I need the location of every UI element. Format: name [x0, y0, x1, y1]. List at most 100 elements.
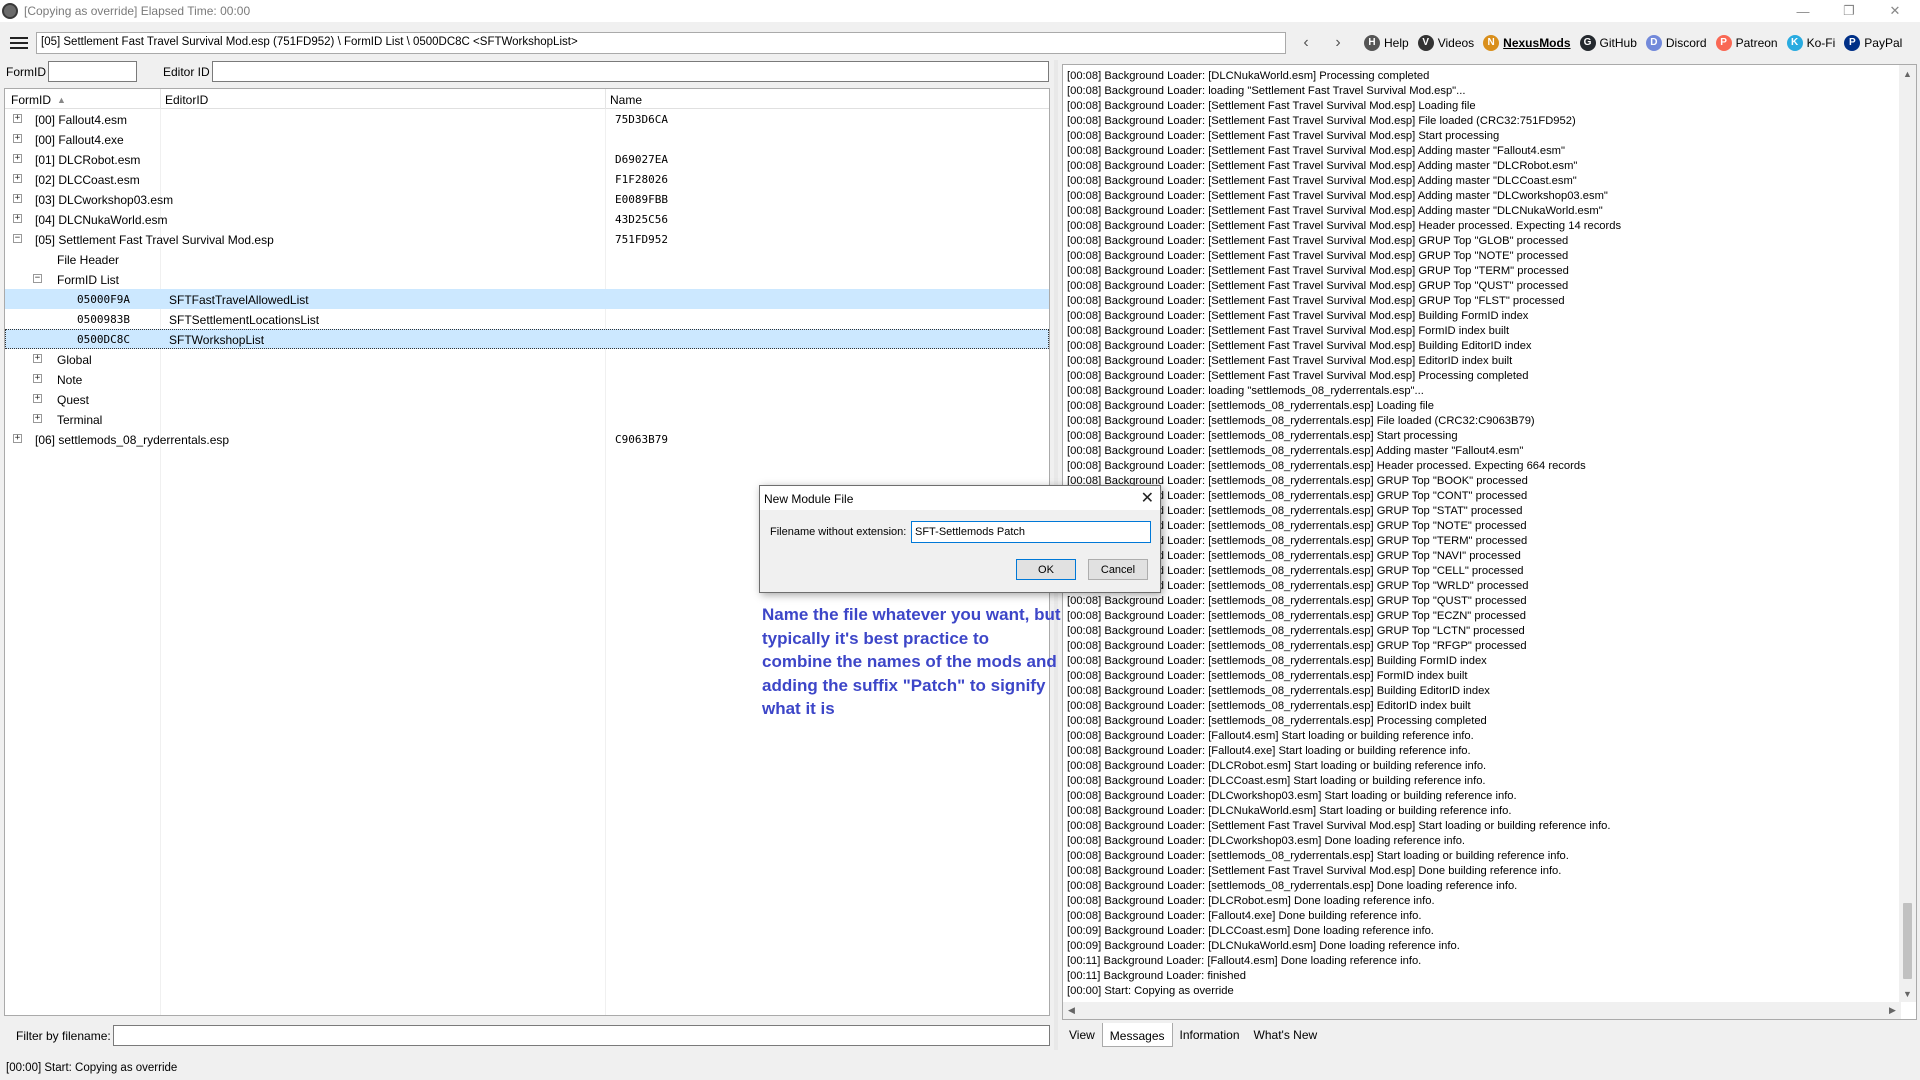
tree-row[interactable]: − FormID List: [5, 269, 1049, 289]
forward-button[interactable]: ›: [1328, 32, 1348, 54]
tree-row[interactable]: + [00] Fallout4.esm 75D3D6CA: [5, 109, 1049, 129]
sort-arrow-icon: ▲: [57, 95, 66, 105]
record-formid: 05000F9A: [77, 293, 130, 306]
link-paypal[interactable]: P PayPal: [1844, 35, 1902, 51]
log-line: [00:08] Background Loader: [Settlement F…: [1067, 295, 1565, 307]
tree-row[interactable]: + [00] Fallout4.exe: [5, 129, 1049, 149]
kofi-icon: K: [1786, 35, 1803, 51]
expand-icon[interactable]: +: [13, 214, 22, 223]
dialog-title-bar: New Module File ✕: [760, 486, 1160, 510]
expand-icon[interactable]: +: [33, 374, 42, 383]
tree-row[interactable]: SFTFastTravelAllowedList 05000F9A: [5, 289, 1049, 309]
log-line: [00:08] Background Loader: [Settlement F…: [1067, 130, 1500, 142]
tree-row[interactable]: + Terminal: [5, 409, 1049, 429]
expand-icon[interactable]: +: [13, 174, 22, 183]
tree-row[interactable]: + [06] settlemods_08_ryderrentals.esp C906…: [5, 429, 1049, 449]
scroll-down-icon[interactable]: ▼: [1899, 985, 1916, 1002]
discord-icon: D: [1645, 35, 1662, 51]
collapse-icon[interactable]: −: [13, 234, 22, 243]
formid-input[interactable]: [48, 61, 137, 82]
tree-row[interactable]: SFTSettlementLocationsList 0500983B: [5, 309, 1049, 329]
tree-row[interactable]: + Quest: [5, 389, 1049, 409]
filename-input[interactable]: [911, 521, 1151, 543]
link-help[interactable]: H Help: [1364, 35, 1409, 51]
link-label: Patreon: [1735, 36, 1778, 50]
log-line: [00:08] Background Loader: [Settlement F…: [1067, 190, 1608, 202]
link-videos[interactable]: V Videos: [1417, 35, 1474, 51]
messages-log[interactable]: [00:08] Background Loader: [DLCNukaWorld…: [1062, 64, 1917, 1020]
log-line: [00:08] Background Loader: [settlemods_0…: [1067, 490, 1528, 502]
title-bar: [Copying as override] Elapsed Time: 00:0…: [0, 0, 1920, 22]
link-label: GitHub: [1599, 36, 1637, 50]
tree-row[interactable]: + [01] DLCRobot.esm D69027EA: [5, 149, 1049, 169]
tree-row[interactable]: + Global: [5, 349, 1049, 369]
log-line: [00:08] Background Loader: loading "Sett…: [1067, 85, 1466, 97]
record-path-field[interactable]: [05] Settlement Fast Travel Survival Mod…: [36, 32, 1286, 54]
cancel-button[interactable]: Cancel: [1088, 559, 1148, 580]
expand-icon[interactable]: +: [13, 434, 22, 443]
tab-what-s-new[interactable]: What's New: [1247, 1024, 1325, 1046]
back-button[interactable]: ‹: [1296, 32, 1316, 54]
vertical-scrollbar[interactable]: ▲ ▼: [1899, 65, 1916, 1002]
plugin-name: [06] settlemods_08_ryderrentals.esp: [35, 433, 230, 447]
collapse-icon[interactable]: −: [33, 274, 42, 283]
tab-messages[interactable]: Messages: [1101, 1023, 1173, 1047]
link-label: PayPal: [1864, 36, 1903, 50]
tree-row[interactable]: SFTWorkshopList 0500DC8C: [5, 329, 1049, 349]
app-icon: [2, 3, 18, 19]
editorid-label: Editor ID: [163, 65, 210, 79]
log-line: [00:08] Background Loader: [settlemods_0…: [1067, 850, 1569, 862]
status-bar: [00:00] Start: Copying as override: [0, 1056, 1920, 1080]
log-line: [00:08] Background Loader: [settlemods_0…: [1067, 655, 1487, 667]
column-formid[interactable]: FormID: [11, 93, 51, 107]
record-editorid: SFTSettlementLocationsList: [169, 313, 320, 327]
menu-icon[interactable]: [8, 34, 30, 52]
column-name[interactable]: Name: [610, 93, 642, 107]
log-line: [00:08] Background Loader: [Settlement F…: [1067, 865, 1562, 877]
tab-information[interactable]: Information: [1173, 1024, 1247, 1046]
plugin-crc: E0089FBB: [615, 193, 668, 206]
scroll-up-icon[interactable]: ▲: [1899, 65, 1916, 82]
tree-row[interactable]: + [04] DLCNukaWorld.esm 43D25C56: [5, 209, 1049, 229]
link-patreon[interactable]: P Patreon: [1715, 35, 1778, 51]
scroll-right-icon[interactable]: ▶: [1884, 1002, 1901, 1019]
tree-row[interactable]: + [02] DLCCoast.esm F1F28026: [5, 169, 1049, 189]
plugin-crc: 43D25C56: [615, 213, 668, 226]
close-button[interactable]: ✕: [1872, 0, 1918, 22]
tree-row[interactable]: File Header: [5, 249, 1049, 269]
new-module-file-dialog: New Module File ✕ Filename without exten…: [759, 485, 1161, 593]
tree-row[interactable]: − [05] Settlement Fast Travel Survival Mo…: [5, 229, 1049, 249]
expand-icon[interactable]: +: [13, 114, 22, 123]
expand-icon[interactable]: +: [13, 134, 22, 143]
dialog-close-icon[interactable]: ✕: [1141, 488, 1154, 508]
expand-icon[interactable]: +: [33, 394, 42, 403]
log-line: [00:08] Background Loader: [Fallout4.exe…: [1067, 910, 1422, 922]
expand-icon[interactable]: +: [13, 154, 22, 163]
link-github[interactable]: G GitHub: [1579, 35, 1637, 51]
link-discord[interactable]: D Discord: [1645, 35, 1707, 51]
ok-button[interactable]: OK: [1016, 559, 1076, 580]
filter-by-filename-input[interactable]: [113, 1025, 1050, 1046]
tab-view[interactable]: View: [1062, 1024, 1102, 1046]
log-lines: [00:08] Background Loader: [DLCNukaWorld…: [1067, 69, 1887, 999]
log-line: [00:08] Background Loader: [DLCCoast.esm…: [1067, 775, 1486, 787]
maximize-button[interactable]: ❐: [1826, 0, 1872, 22]
log-line: [00:08] Background Loader: [settlemods_0…: [1067, 640, 1527, 652]
tree-row[interactable]: + [03] DLCworkshop03.esm E0089FBB: [5, 189, 1049, 209]
horizontal-scrollbar[interactable]: ◀ ▶: [1063, 1002, 1901, 1019]
record-formid: 0500983B: [77, 313, 130, 326]
scrollbar-thumb[interactable]: [1903, 903, 1912, 979]
filename-label: Filename without extension:: [770, 526, 907, 538]
minimize-button[interactable]: —: [1780, 0, 1826, 22]
scroll-left-icon[interactable]: ◀: [1063, 1002, 1080, 1019]
editorid-input[interactable]: [212, 61, 1049, 82]
expand-icon[interactable]: +: [33, 354, 42, 363]
tree-row[interactable]: + Note: [5, 369, 1049, 389]
paypal-icon: P: [1844, 35, 1861, 51]
expand-icon[interactable]: +: [33, 414, 42, 423]
link-nexusmods[interactable]: N NexusMods: [1483, 35, 1571, 51]
link-ko-fi[interactable]: K Ko-Fi: [1786, 35, 1835, 51]
log-line: [00:08] Background Loader: [DLCworkshop0…: [1067, 790, 1517, 802]
expand-icon[interactable]: +: [13, 194, 22, 203]
column-editorid[interactable]: EditorID: [165, 93, 208, 107]
